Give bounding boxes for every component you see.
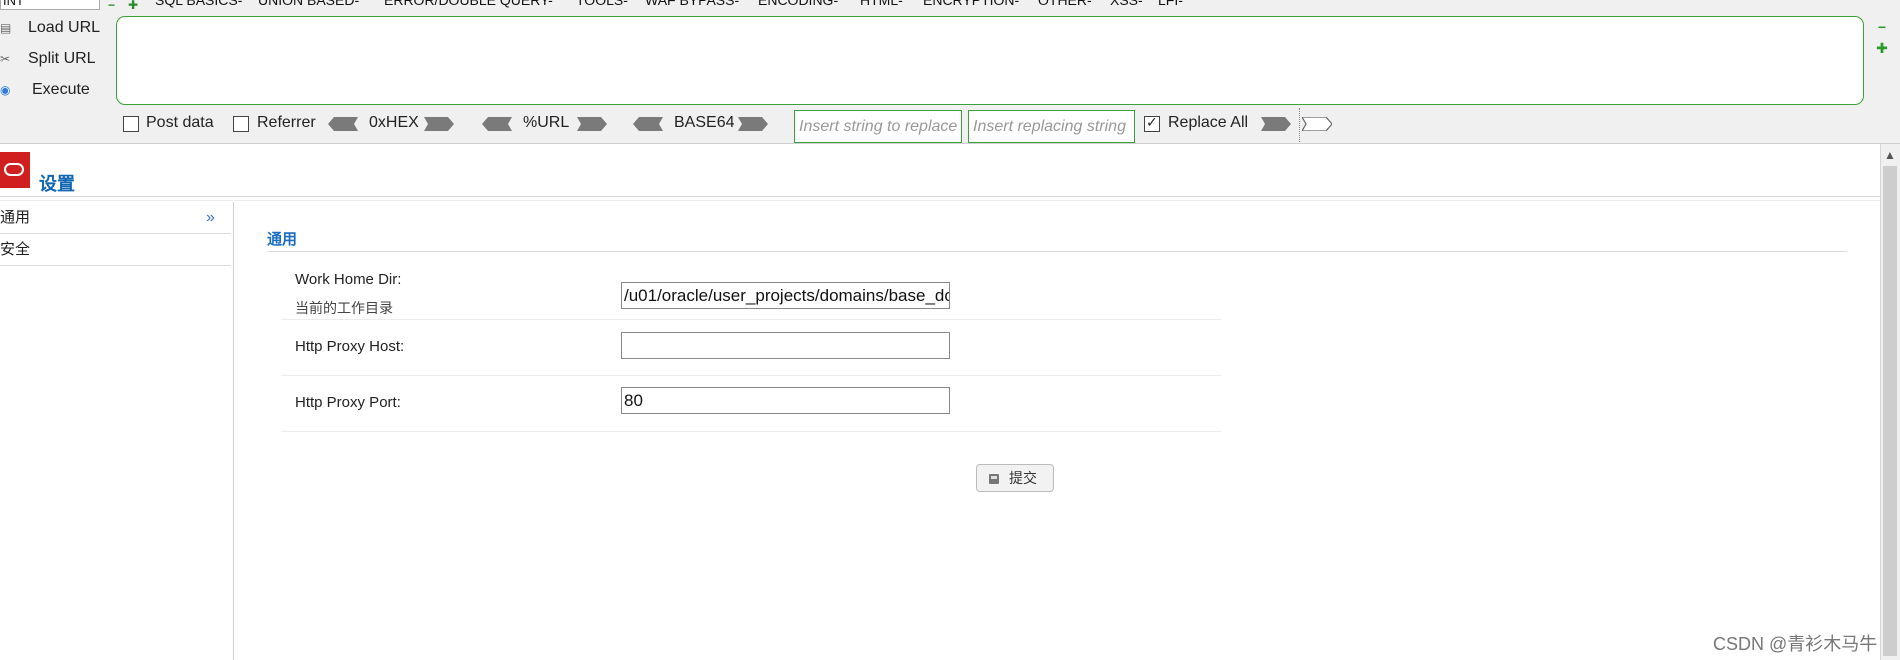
- menu-encoding[interactable]: ENCODING-: [758, 0, 838, 8]
- hackbar-menu: INT − ✚ SQL BASICS- UNION BASED- ERROR/D…: [0, 0, 1900, 10]
- expand-icon[interactable]: ✚: [1876, 41, 1888, 55]
- execute-icon: ◉: [0, 83, 11, 97]
- save-icon: [989, 474, 999, 484]
- post-data-label: Post data: [146, 114, 214, 131]
- load-url-icon: ▤: [0, 21, 12, 35]
- base64-label: BASE64: [674, 114, 735, 131]
- sidebar-item-label: 通用: [0, 209, 31, 226]
- menu-lfi[interactable]: LFI-: [1158, 0, 1183, 8]
- menu-xss[interactable]: XSS-: [1110, 0, 1143, 8]
- menu-html[interactable]: HTML-: [860, 0, 903, 8]
- url-encode-arrow-icon[interactable]: [577, 117, 607, 131]
- menu-tools[interactable]: TOOLS-: [576, 0, 628, 8]
- hex-decode-arrow-icon[interactable]: [328, 117, 358, 131]
- section-divider: [267, 251, 1847, 252]
- referrer-label: Referrer: [257, 114, 316, 131]
- submit-button[interactable]: 提交: [976, 464, 1054, 492]
- shrink-icon[interactable]: −: [1876, 20, 1888, 34]
- vertical-scrollbar[interactable]: ▲: [1880, 144, 1900, 660]
- menu-encryption[interactable]: ENCRYPTION-: [923, 0, 1019, 8]
- sidebar-item-security[interactable]: 安全: [0, 234, 231, 266]
- scrollbar-thumb[interactable]: [1883, 166, 1897, 656]
- sidebar-item-label: 安全: [0, 241, 31, 258]
- url-encoding-label: %URL: [523, 114, 570, 131]
- split-url-icon: ✂: [0, 52, 11, 66]
- load-url-label: Load URL: [28, 19, 101, 36]
- minus-icon[interactable]: −: [108, 0, 115, 10]
- menu-union-based[interactable]: UNION BASED-: [258, 0, 359, 8]
- work-home-dir-label: Work Home Dir:: [295, 271, 402, 288]
- http-proxy-port-label: Http Proxy Port:: [295, 394, 401, 411]
- double-chevron-right-icon[interactable]: »: [206, 202, 215, 233]
- scroll-up-icon[interactable]: ▲: [1884, 148, 1896, 162]
- replace-go-arrow-icon[interactable]: [1261, 117, 1291, 131]
- hackbar-toolbar: INT − ✚ SQL BASICS- UNION BASED- ERROR/D…: [0, 0, 1900, 144]
- split-url-label: Split URL: [28, 50, 96, 67]
- sidebar-item-general[interactable]: 通用 »: [0, 202, 231, 234]
- http-proxy-host-input[interactable]: [621, 332, 950, 359]
- menu-sql-basics[interactable]: SQL BASICS-: [155, 0, 242, 8]
- base64-encode-arrow-icon[interactable]: [738, 117, 768, 131]
- work-home-dir-input[interactable]: /u01/oracle/user_projects/domains/base_d…: [621, 282, 950, 309]
- sidebar: 通用 » 安全: [0, 202, 234, 660]
- menu-waf-bypass[interactable]: WAF BYPASS-: [645, 0, 739, 8]
- plus-icon[interactable]: ✚: [128, 0, 138, 10]
- referrer-checkbox[interactable]: [233, 116, 249, 132]
- page-title: 设置: [39, 174, 75, 194]
- menu-error-double-query[interactable]: ERROR/DOUBLE QUERY-: [384, 0, 553, 8]
- toolbar-separator: [1299, 108, 1300, 142]
- oracle-logo: [0, 152, 30, 188]
- section-title: 通用: [267, 231, 298, 248]
- http-proxy-port-input[interactable]: 80: [621, 387, 950, 414]
- injection-type-select[interactable]: INT: [0, 0, 100, 10]
- form-row-http-proxy-port: Http Proxy Port: 80: [281, 376, 1221, 432]
- hex-encode-arrow-icon[interactable]: [424, 117, 454, 131]
- replace-next-arrow-icon[interactable]: [1302, 117, 1332, 131]
- header-divider: [0, 196, 1880, 197]
- hex-label: 0xHEX: [369, 114, 419, 131]
- post-data-checkbox[interactable]: [123, 116, 139, 132]
- replace-search-input[interactable]: Insert string to replace: [794, 110, 962, 143]
- url-textarea[interactable]: [116, 16, 1864, 105]
- execute-label: Execute: [32, 81, 90, 98]
- csdn-watermark: CSDN @青衫木马牛: [1713, 634, 1878, 654]
- header-divider-secondary: [0, 200, 1880, 201]
- replace-all-label: Replace All: [1168, 114, 1249, 131]
- form-row-http-proxy-host: Http Proxy Host:: [281, 320, 1221, 376]
- menu-other[interactable]: OTHER-: [1038, 0, 1092, 8]
- http-proxy-host-label: Http Proxy Host:: [295, 338, 405, 355]
- form-row-work-home-dir: Work Home Dir: 当前的工作目录 /u01/oracle/user_…: [281, 266, 1221, 320]
- replace-with-input[interactable]: Insert replacing string: [968, 110, 1135, 143]
- base64-decode-arrow-icon[interactable]: [633, 117, 663, 131]
- work-home-dir-hint: 当前的工作目录: [295, 300, 393, 316]
- replace-all-checkbox[interactable]: [1144, 114, 1160, 132]
- settings-page: 设置 通用 » 安全 通用 Work Home Dir: 当前的工作目录 /u0…: [0, 144, 1880, 660]
- submit-button-label: 提交: [1009, 470, 1037, 486]
- url-decode-arrow-icon[interactable]: [482, 117, 512, 131]
